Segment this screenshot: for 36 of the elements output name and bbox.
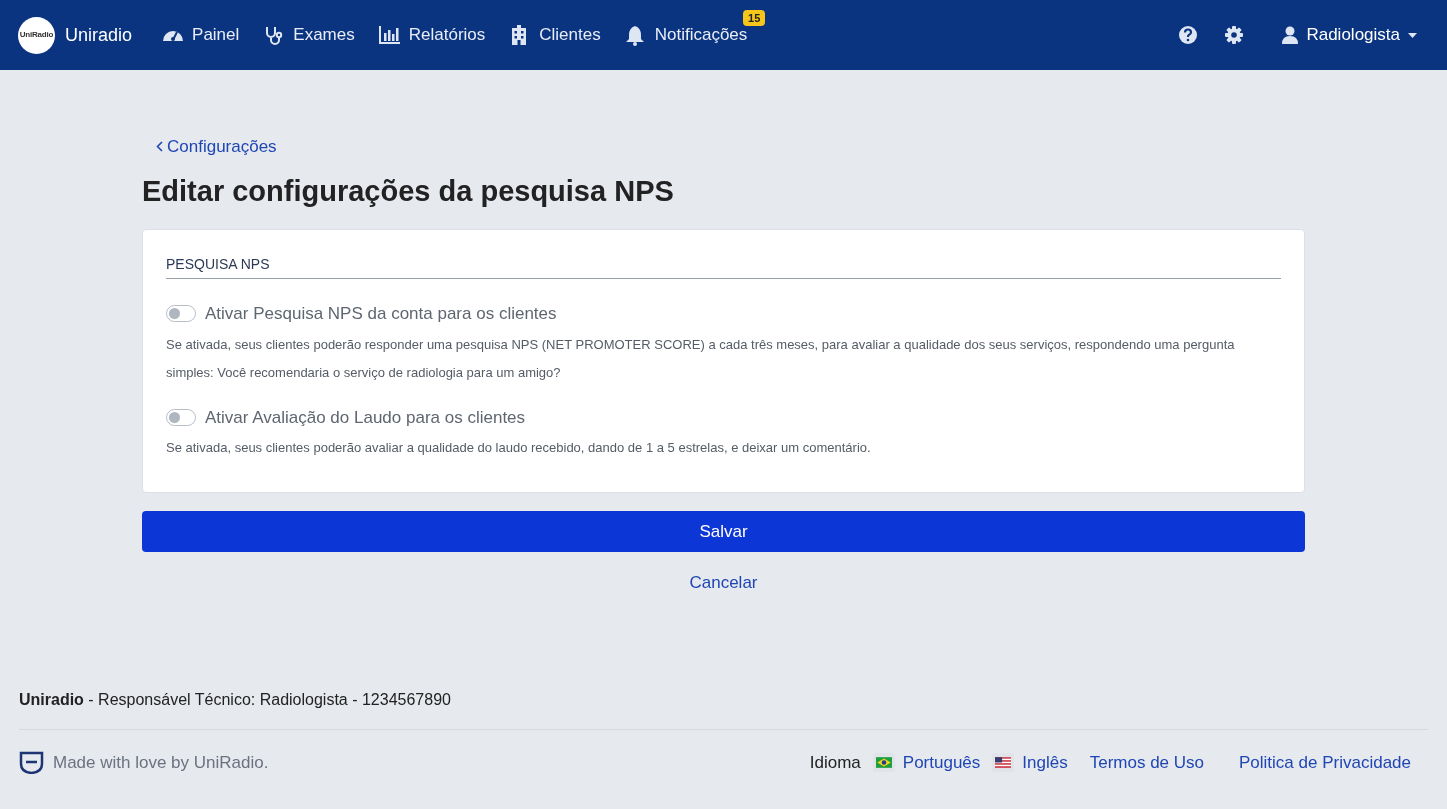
shield-icon bbox=[19, 750, 44, 774]
nav-link[interactable]: Exames bbox=[263, 22, 355, 48]
notification-badge: 15 bbox=[743, 10, 766, 27]
nav-link[interactable]: Painel bbox=[162, 22, 240, 48]
toggle-switch[interactable] bbox=[166, 408, 196, 426]
logo-icon[interactable]: UniRadio bbox=[18, 16, 55, 54]
usa-flag-icon bbox=[995, 756, 1012, 768]
bar-chart-icon bbox=[378, 24, 401, 46]
section-heading: PESQUISA NPS bbox=[166, 254, 1281, 279]
toggle-label[interactable]: Ativar Pesquisa NPS da conta para os clientes bbox=[205, 301, 557, 327]
language-label: Idioma bbox=[809, 751, 861, 774]
help-text: Se ativada, seus clientes poderão avaliar a qualidade do laudo recebido, dando de 1 a 5 estrelas, e deixar um comentário. bbox=[166, 439, 872, 457]
language-link[interactable]: Inglês bbox=[992, 749, 1068, 775]
bell-icon bbox=[624, 24, 647, 46]
footer-link[interactable]: Politica de Privacidade bbox=[1239, 749, 1411, 775]
chevron-left-icon bbox=[156, 141, 163, 153]
help-icon[interactable] bbox=[1178, 25, 1199, 45]
responsible-text: Uniradio - Responsável Técnico: Radiologista - 1234567890 bbox=[19, 687, 1428, 730]
save-button[interactable]: Salvar bbox=[142, 511, 1305, 552]
made-with-text: Made with love by UniRadio. bbox=[53, 751, 269, 774]
caret-icon bbox=[1408, 32, 1417, 38]
language-link[interactable]: Português bbox=[872, 749, 981, 775]
brazil-flag-icon bbox=[875, 756, 892, 768]
toggle-switch[interactable] bbox=[166, 305, 196, 323]
page-title: Editar configurações da pesquisa NPS bbox=[142, 173, 675, 209]
user-icon bbox=[1282, 26, 1299, 44]
brand-link[interactable]: Uniradio bbox=[65, 21, 133, 49]
back-link[interactable]: Configurações bbox=[156, 134, 1305, 160]
nav-link[interactable]: Clientes bbox=[509, 22, 601, 48]
toggle-label[interactable]: Ativar Avaliação do Laudo para os clientes bbox=[205, 404, 526, 430]
footer-link[interactable]: Termos de Uso bbox=[1089, 749, 1204, 775]
settings-icon[interactable] bbox=[1224, 25, 1245, 45]
nav-link[interactable]: Relatórios bbox=[378, 22, 486, 48]
cancel-link[interactable]: Cancelar bbox=[689, 570, 758, 596]
help-text: Se ativada, seus clientes poderão responder uma pesquisa NPS (NET PROMOTER SCORE) a cada três meses, para avaliar a qualidade dos seus serviços, respondendo uma pergunta simples: Você recomendaria o serviço de radiologia para um amigo? bbox=[166, 335, 1236, 382]
user-menu[interactable]: Radiologista bbox=[1282, 22, 1417, 48]
